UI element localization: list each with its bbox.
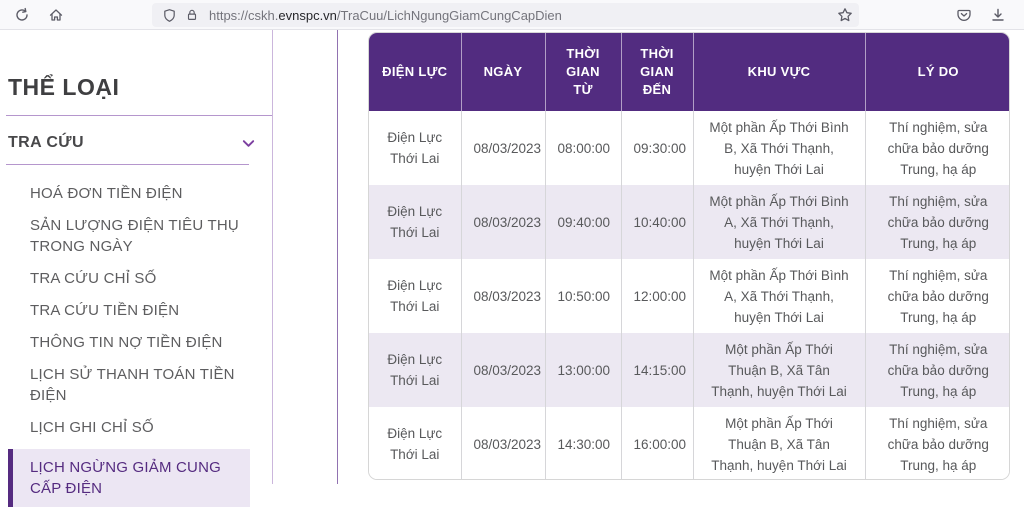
table-header-cell: LÝ DO bbox=[865, 33, 1009, 111]
lock-icon[interactable] bbox=[185, 8, 199, 22]
url-path: /TraCuu/LichNgungGiamCungCapDien bbox=[336, 7, 562, 23]
table-cell: 08/03/2023 bbox=[461, 259, 546, 333]
table-cell: 13:00:00 bbox=[545, 333, 622, 407]
sidebar-item[interactable]: TRA CỨU TIỀN ĐIỆN bbox=[30, 300, 252, 321]
sidebar-item[interactable]: TRA CỨU CHỈ SỐ bbox=[30, 268, 252, 289]
url-prefix: https:// bbox=[209, 7, 249, 23]
sidebar-title: THỂ LOẠI bbox=[8, 74, 120, 100]
section-label: TRA CỨU bbox=[8, 134, 84, 151]
table-cell: 10:50:00 bbox=[545, 259, 622, 333]
bookmark-star-button[interactable] bbox=[837, 7, 853, 23]
table-cell: Điện Lực Thới Lai bbox=[369, 259, 462, 333]
table-cell: 14:30:00 bbox=[545, 407, 622, 479]
table-cell: Một phần Ấp Thới Bình B, Xã Thới Thạnh, … bbox=[693, 111, 866, 185]
table-cell: 08/03/2023 bbox=[461, 111, 546, 185]
url-text: https://cskh.evnspc.vn/TraCuu/LichNgungG… bbox=[209, 8, 837, 23]
table-cell: Điện Lực Thới Lai bbox=[369, 333, 462, 407]
panel-divider bbox=[337, 30, 338, 484]
url-domain: evnspc.vn bbox=[278, 7, 337, 23]
reload-button[interactable] bbox=[8, 2, 36, 28]
download-button[interactable] bbox=[984, 2, 1012, 28]
pocket-icon bbox=[957, 9, 971, 21]
table-cell: 16:00:00 bbox=[621, 407, 694, 479]
table-row: Điện Lực Thới Lai 08/03/2023 13:00:00 14:15… bbox=[369, 333, 1009, 407]
table-cell: 09:30:00 bbox=[621, 111, 694, 185]
table-cell: Thí nghiệm, sửa chữa bảo dưỡng Trung, hạ… bbox=[865, 185, 1009, 259]
table-cell: 08/03/2023 bbox=[461, 185, 546, 259]
table-cell: Thí nghiệm, sửa chữa bảo dưỡng Trung, hạ… bbox=[865, 407, 1009, 479]
table-row: Điện Lực Thới Lai 08/03/2023 09:40:00 10:40… bbox=[369, 185, 1009, 259]
table-cell: 08/03/2023 bbox=[461, 407, 546, 479]
sidebar-item[interactable]: LỊCH GHI CHỈ SỐ bbox=[30, 417, 252, 438]
table-cell: Thí nghiệm, sửa chữa bảo dưỡng Trung, hạ… bbox=[865, 333, 1009, 407]
table-cell: 14:15:00 bbox=[621, 333, 694, 407]
table-cell: Một phần Ấp Thới Thuận B, Xã Tân Thạnh, … bbox=[693, 333, 866, 407]
table-cell: Điện Lực Thới Lai bbox=[369, 407, 462, 479]
sidebar-menu: HOÁ ĐƠN TIỀN ĐIỆN SẢN LƯỢNG ĐIỆN TIÊU THỤ… bbox=[0, 183, 272, 507]
home-icon bbox=[49, 8, 63, 21]
table-cell: Điện Lực Thới Lai bbox=[369, 111, 462, 185]
chevron-down-icon bbox=[242, 139, 255, 147]
table-header-cell: KHU VỰC bbox=[693, 33, 866, 111]
home-button[interactable] bbox=[42, 2, 70, 28]
reload-icon bbox=[16, 7, 28, 21]
table-header-cell: NGÀY bbox=[461, 33, 546, 111]
table-cell: Một phần Ấp Thới Bình A, Xã Thới Thạnh, … bbox=[693, 185, 866, 259]
table-header-cell: THỜI GIAN ĐẾN bbox=[621, 33, 694, 111]
star-icon bbox=[838, 8, 852, 22]
table-cell: 08/03/2023 bbox=[461, 333, 546, 407]
table-row: Điện Lực Thới Lai 08/03/2023 14:30:00 16:00… bbox=[369, 407, 1009, 479]
divider bbox=[6, 164, 249, 165]
table-cell: Thí nghiệm, sửa chữa bảo dưỡng Trung, hạ… bbox=[865, 111, 1009, 185]
table-cell: Điện Lực Thới Lai bbox=[369, 185, 462, 259]
shield-icon[interactable] bbox=[162, 8, 177, 23]
table-cell: Một phần Ấp Thới Thuận B, Xã Tân Thạnh, … bbox=[693, 407, 866, 479]
table-header-cell: THỜI GIAN TỪ bbox=[545, 33, 622, 111]
browser-toolbar: https://cskh.evnspc.vn/TraCuu/LichNgungG… bbox=[0, 0, 1024, 30]
sidebar-item[interactable]: SẢN LƯỢNG ĐIỆN TIÊU THỤ TRONG NGÀY bbox=[30, 215, 252, 257]
table-header-cell: ĐIỆN LỰC bbox=[369, 33, 462, 111]
table-header-row: ĐIỆN LỰC NGÀY THỜI GIAN TỪ THỜI GIAN ĐẾN KHU… bbox=[369, 33, 1009, 111]
pocket-button[interactable] bbox=[950, 2, 978, 28]
download-icon bbox=[992, 8, 1004, 21]
table-row: Điện Lực Thới Lai 08/03/2023 08:00:00 09:30… bbox=[369, 111, 1009, 185]
table-cell: 10:40:00 bbox=[621, 185, 694, 259]
table-row: Điện Lực Thới Lai 08/03/2023 10:50:00 12:00… bbox=[369, 259, 1009, 333]
table-cell: Thí nghiệm, sửa chữa bảo dưỡng Trung, hạ… bbox=[865, 259, 1009, 333]
table-cell: 09:40:00 bbox=[545, 185, 622, 259]
sidebar-item-active[interactable]: LỊCH NGỪNG GIẢM CUNG CẤP ĐIỆN bbox=[8, 449, 250, 507]
sidebar-item[interactable]: HOÁ ĐƠN TIỀN ĐIỆN bbox=[30, 183, 252, 204]
sidebar-item[interactable]: LỊCH SỬ THANH TOÁN TIỀN ĐIỆN bbox=[30, 364, 252, 406]
url-subdomain: cskh. bbox=[248, 7, 279, 23]
table-cell: 08:00:00 bbox=[545, 111, 622, 185]
sidebar-item[interactable]: THÔNG TIN NỢ TIỀN ĐIỆN bbox=[30, 332, 252, 353]
url-bar[interactable]: https://cskh.evnspc.vn/TraCuu/LichNgungG… bbox=[152, 3, 859, 27]
table-cell: Một phần Ấp Thới Bình A, Xã Thới Thạnh, … bbox=[693, 259, 866, 333]
table-cell: 12:00:00 bbox=[621, 259, 694, 333]
category-sidebar: THỂ LOẠI TRA CỨU HOÁ ĐƠN TIỀN ĐIỆN SẢN LƯ… bbox=[0, 30, 273, 507]
sidebar-section-tra-cuu[interactable]: TRA CỨU bbox=[8, 134, 256, 152]
outage-schedule-table: ĐIỆN LỰC NGÀY THỜI GIAN TỪ THỜI GIAN ĐẾN KHU… bbox=[368, 32, 1010, 480]
divider bbox=[6, 115, 272, 116]
